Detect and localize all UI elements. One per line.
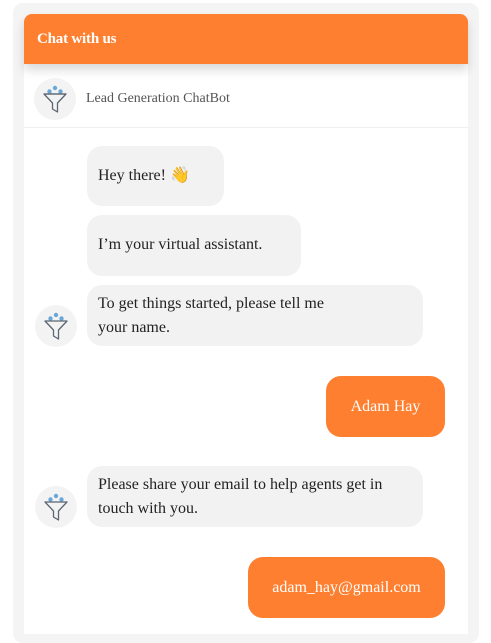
funnel-icon (34, 78, 76, 120)
chat-header[interactable]: Chat with us (24, 14, 468, 64)
bot-message: I’m your virtual assistant. (87, 215, 301, 276)
bot-message: Hey there! 👋 (87, 146, 224, 206)
funnel-icon (35, 486, 77, 528)
chat-header-title: Chat with us (37, 31, 117, 47)
bot-info-bar: Lead Generation ChatBot (24, 64, 468, 128)
user-message: adam_hay@gmail.com (248, 557, 445, 618)
bot-name: Lead Generation ChatBot (86, 91, 230, 106)
user-message: Adam Hay (326, 376, 445, 437)
funnel-icon (35, 305, 77, 347)
bot-message: Please share your email to help agents g… (87, 466, 423, 527)
bot-message: To get things started, please tell me yo… (87, 285, 423, 346)
